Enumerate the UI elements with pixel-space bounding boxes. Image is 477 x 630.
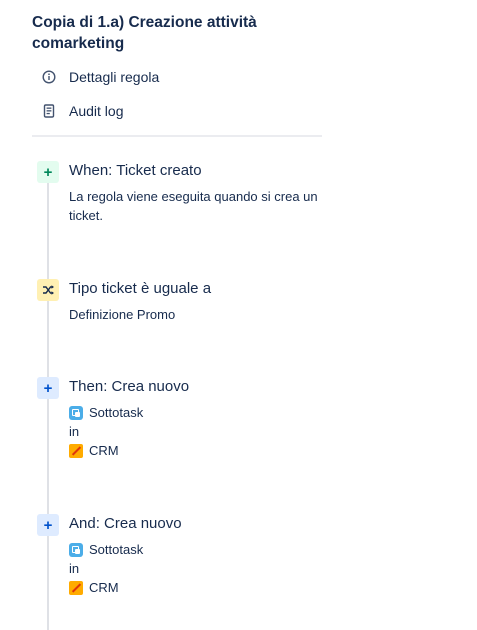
plus-icon: + (37, 514, 59, 536)
step-details: Sottotask in CRM (69, 540, 321, 597)
project-line: CRM (69, 578, 321, 597)
nav-audit-log-label: Audit log (69, 103, 124, 119)
project-label: CRM (89, 580, 119, 595)
plus-icon: + (37, 377, 59, 399)
project-icon (69, 580, 83, 595)
step-title[interactable]: When: Ticket creato (69, 162, 202, 179)
project-line: CRM (69, 441, 321, 460)
shuffle-icon (37, 279, 59, 301)
subtask-icon (69, 542, 83, 557)
connector-text: in (69, 561, 80, 576)
rule-title: Copia di 1.a) Creazione attività comarke… (32, 14, 257, 52)
project-label: CRM (89, 443, 119, 458)
project-icon (69, 443, 83, 458)
issue-type-line: Sottotask (69, 540, 321, 559)
issue-type-label: Sottotask (89, 405, 144, 420)
divider (32, 135, 322, 137)
document-icon (32, 102, 58, 120)
step-title[interactable]: Then: Crea nuovo (69, 378, 189, 395)
step-title[interactable]: Tipo ticket è uguale a (69, 280, 211, 297)
plus-icon: + (37, 161, 59, 183)
issue-type-label: Sottotask (89, 542, 144, 557)
connector-text: in (69, 424, 80, 439)
timeline-connector (47, 170, 49, 630)
nav-rule-details[interactable]: Dettagli regola (32, 66, 159, 88)
step-description: Definizione Promo (69, 307, 176, 322)
step-description: La regola viene eseguita quando si crea … (69, 189, 318, 223)
info-icon (32, 68, 58, 86)
nav-audit-log[interactable]: Audit log (32, 100, 123, 122)
issue-type-line: Sottotask (69, 403, 321, 422)
nav-rule-details-label: Dettagli regola (69, 69, 160, 85)
subtask-icon (69, 405, 83, 420)
step-details: Sottotask in CRM (69, 403, 321, 460)
step-title[interactable]: And: Crea nuovo (69, 515, 182, 532)
